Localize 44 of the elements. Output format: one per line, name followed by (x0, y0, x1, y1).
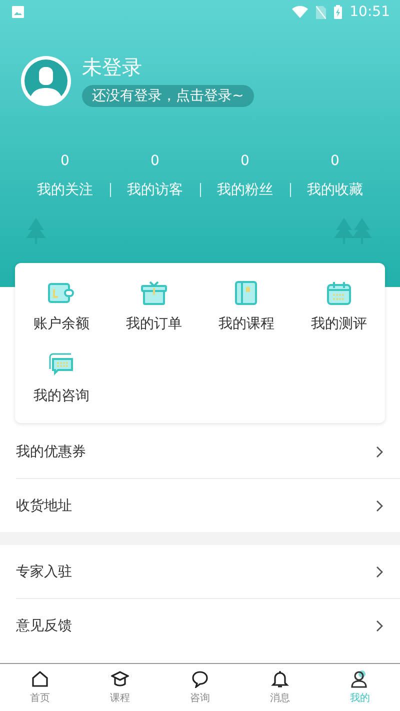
wifi-icon (292, 6, 308, 18)
home-icon (31, 670, 49, 688)
shortcut-label[interactable]: 我的咨询 (33, 387, 90, 405)
user-name: 未登录 (82, 54, 143, 81)
tab-button[interactable]: 课程 (80, 664, 160, 711)
menu-item[interactable]: 收货地址 (16, 496, 72, 514)
clock-time: 10:51 (350, 4, 390, 20)
shortcut-label[interactable]: 账户余额 (33, 315, 90, 333)
shortcut-label[interactable]: 我的订单 (126, 315, 182, 333)
chat-bubble-icon (191, 670, 209, 688)
stat-count: 0 (240, 153, 250, 169)
stat-label[interactable]: 我的关注 (37, 181, 93, 199)
wallet-icon (47, 281, 76, 305)
stat-count: 0 (330, 153, 340, 169)
tab-button[interactable]: 首页 (0, 664, 80, 711)
chevron-right-icon (376, 566, 384, 578)
stat-count: 0 (60, 153, 70, 169)
tree-icon (352, 218, 372, 244)
tab-button[interactable]: 消息 (240, 664, 320, 711)
tree-icon (334, 218, 354, 244)
stat-label[interactable]: 我的收藏 (307, 181, 363, 199)
chevron-right-icon (376, 620, 384, 632)
image-icon (12, 6, 24, 18)
shortcut-label[interactable]: 我的测评 (310, 315, 367, 333)
calendar-icon (326, 281, 351, 305)
login-button[interactable]: 还没有登录，点击登录~ (82, 85, 254, 107)
avatar-icon[interactable] (20, 54, 72, 106)
tab-button[interactable]: 咨询 (160, 664, 240, 711)
chat-bubble-icon (48, 353, 74, 377)
tab-button[interactable]: 我的 (320, 664, 400, 711)
menu-item[interactable]: 意见反馈 (16, 616, 72, 634)
chevron-right-icon (376, 500, 384, 512)
shortcut-label[interactable]: 我的课程 (218, 315, 274, 333)
bell-icon (271, 670, 289, 688)
stat-label[interactable]: 我的粉丝 (217, 181, 273, 199)
menu-item[interactable]: 我的优惠券 (16, 442, 86, 460)
person-icon (350, 670, 370, 688)
stat-count: 0 (150, 153, 160, 169)
graduation-cap-icon (111, 670, 129, 688)
gift-box-icon (140, 281, 167, 305)
menu-item[interactable]: 专家入驻 (16, 562, 72, 580)
chevron-right-icon (376, 446, 384, 458)
book-icon (235, 281, 258, 305)
stat-label[interactable]: 我的访客 (127, 181, 183, 199)
